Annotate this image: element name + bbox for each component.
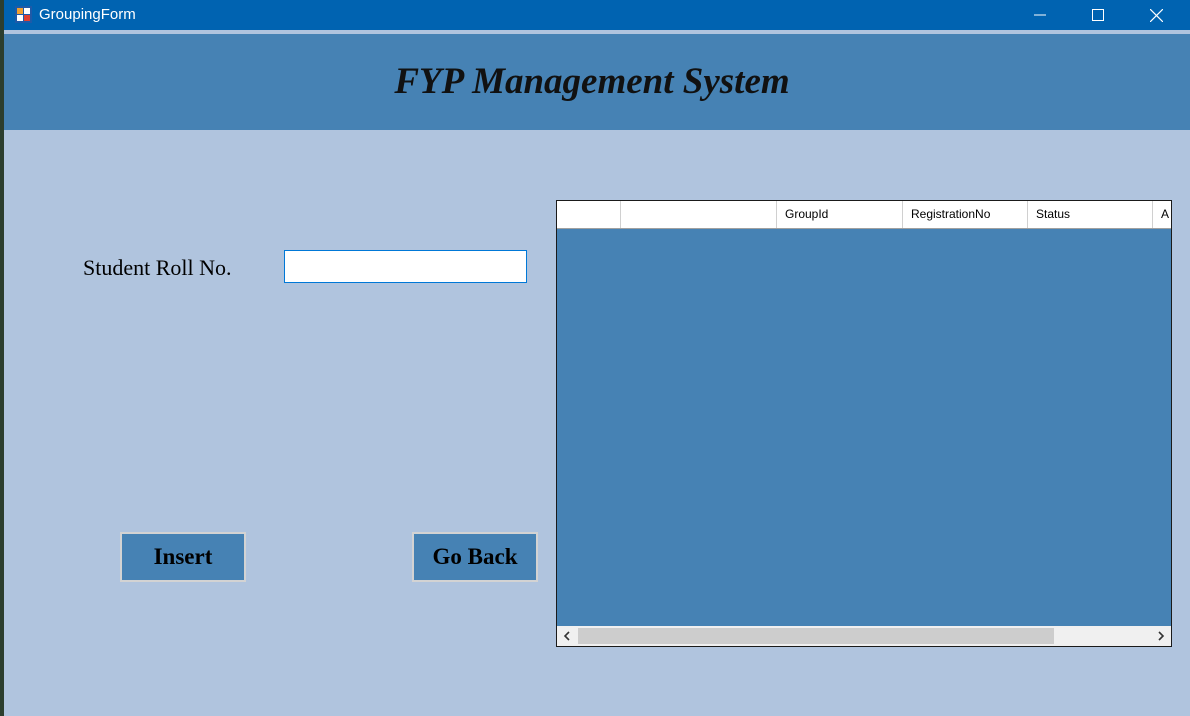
column-header-groupid[interactable]: GroupId (777, 201, 903, 228)
grid-header: GroupId RegistrationNo Status A (557, 201, 1171, 229)
maximize-button[interactable] (1069, 0, 1127, 30)
scroll-left-button[interactable] (557, 626, 577, 646)
student-roll-label: Student Roll No. (83, 255, 232, 280)
chevron-left-icon (563, 631, 570, 641)
scrollbar-thumb[interactable] (578, 628, 1054, 644)
app-icon (15, 6, 32, 23)
groups-data-grid[interactable]: GroupId RegistrationNo Status A (556, 200, 1172, 647)
maximize-icon (1092, 9, 1104, 21)
student-roll-input[interactable] (284, 250, 527, 283)
column-header-status[interactable]: Status (1028, 201, 1153, 228)
chevron-right-icon (1158, 631, 1165, 641)
scroll-right-button[interactable] (1151, 626, 1171, 646)
horizontal-scrollbar[interactable] (557, 626, 1171, 646)
insert-button[interactable]: Insert (120, 532, 246, 582)
row-header-column[interactable] (557, 201, 621, 228)
grouping-form-window: GroupingForm FYP Management System Stude… (4, 0, 1190, 716)
window-title: GroupingForm (39, 6, 136, 23)
column-header-registrationno[interactable]: RegistrationNo (903, 201, 1028, 228)
close-button[interactable] (1127, 0, 1185, 30)
column-header-blank[interactable] (621, 201, 777, 228)
minimize-button[interactable] (1011, 0, 1069, 30)
close-icon (1149, 8, 1163, 22)
minimize-icon (1034, 14, 1046, 16)
page-title: FYP Management System (394, 61, 790, 102)
go-back-button[interactable]: Go Back (412, 532, 538, 582)
column-header-truncated[interactable]: A (1153, 201, 1171, 228)
title-bar[interactable]: GroupingForm (4, 0, 1190, 30)
